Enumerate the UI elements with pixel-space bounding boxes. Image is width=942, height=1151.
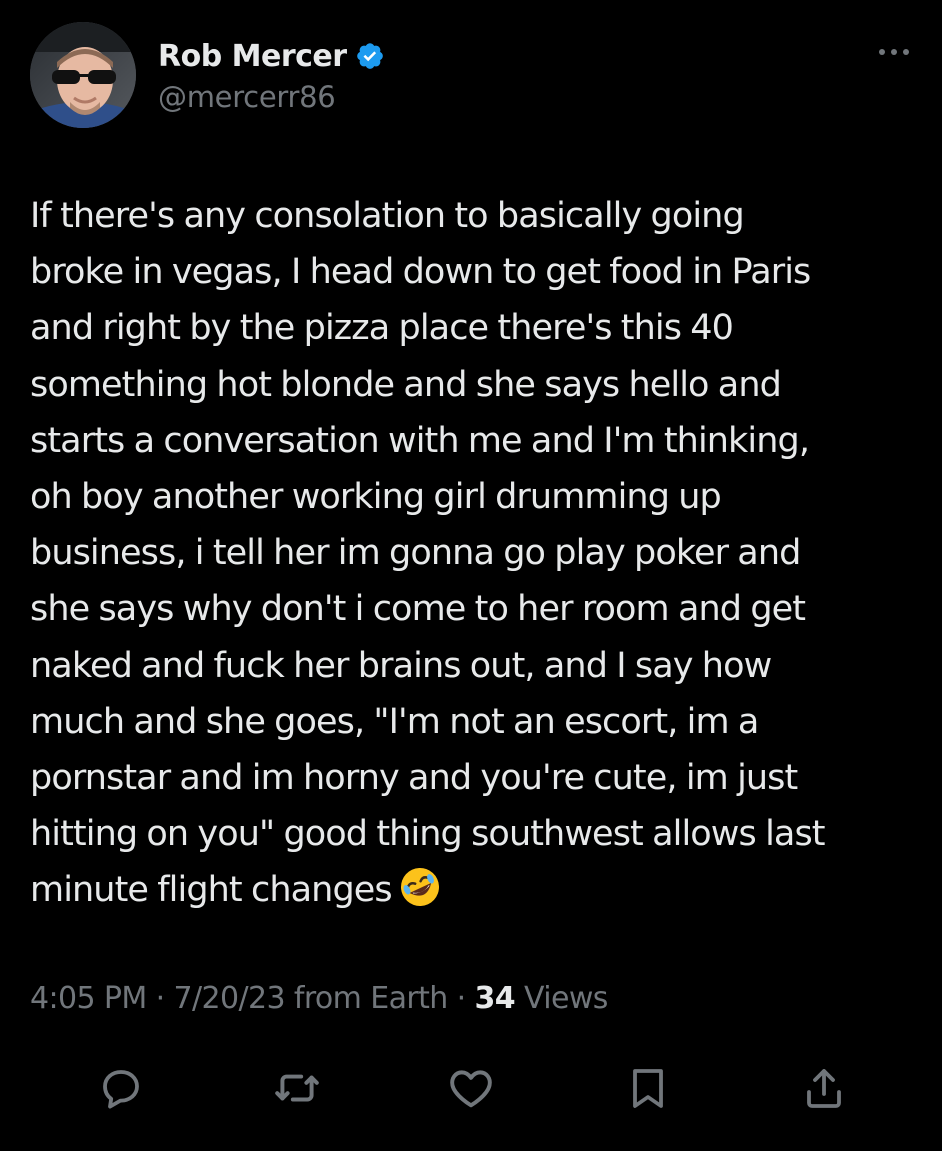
tweet-text-line: and right by the pizza place there's thi…	[30, 308, 734, 349]
tweet-header: Rob Mercer @mercerr86	[30, 22, 912, 130]
tweet-text-line: something hot blonde and she says hello …	[30, 364, 782, 405]
retweet-button[interactable]	[269, 1060, 325, 1116]
reply-button[interactable]	[93, 1060, 149, 1116]
tweet-text-last-line: minute flight changes	[30, 862, 920, 918]
verified-badge-icon	[355, 41, 385, 71]
views-label[interactable]: Views	[524, 981, 608, 1016]
meta-separator: ·	[155, 981, 166, 1016]
retweet-icon	[272, 1063, 322, 1113]
like-button[interactable]	[443, 1060, 499, 1116]
meta-separator: ·	[456, 981, 467, 1016]
user-handle[interactable]: @mercerr86	[158, 80, 336, 114]
tweet-text-line: much and she goes, "I'm not an escort, i…	[30, 701, 759, 742]
tweet-text-line: If there's any consolation to basically …	[30, 196, 745, 236]
tweet-text-line: broke in vegas, I head down to get food …	[30, 252, 811, 293]
share-icon	[800, 1064, 848, 1112]
tweet-meta: 4:05 PM · 7/20/23 from Earth · 34 Views	[30, 981, 608, 1016]
tweet-time[interactable]: 4:05 PM	[30, 981, 147, 1016]
tweet-text-line: starts a conversation with me and I'm th…	[30, 420, 810, 461]
tweet-text-line: oh boy another working girl drumming up	[30, 477, 722, 518]
display-name[interactable]: Rob Mercer	[158, 39, 347, 74]
tweet-text-line: pornstar and im horny and you're cute, i…	[30, 758, 798, 799]
avatar[interactable]	[30, 22, 136, 128]
tweet-text-line: business, i tell her im gonna go play po…	[30, 533, 801, 574]
tweet-text-line: naked and fuck her brains out, and I say…	[30, 645, 772, 686]
name-row: Rob Mercer	[158, 36, 385, 76]
tweet-text-line: hitting on you" good thing southwest all…	[30, 814, 826, 855]
bookmark-icon	[624, 1064, 672, 1112]
bookmark-button[interactable]	[620, 1060, 676, 1116]
share-button[interactable]	[796, 1060, 852, 1116]
tweet-text: If there's any consolation to basically …	[30, 188, 920, 919]
rolling-on-the-floor-laughing-emoji-icon	[398, 865, 442, 909]
reply-icon	[97, 1064, 145, 1112]
tweet-source: from Earth	[293, 981, 448, 1016]
tweet-text-line: minute flight changes	[30, 870, 393, 911]
tweet-date[interactable]: 7/20/23	[174, 981, 286, 1016]
tweet-text-line: she says why don't i come to her room an…	[30, 589, 806, 630]
more-options-icon[interactable]	[876, 44, 912, 60]
action-bar	[0, 1060, 942, 1120]
views-count[interactable]: 34	[475, 981, 516, 1016]
like-icon	[446, 1063, 496, 1113]
